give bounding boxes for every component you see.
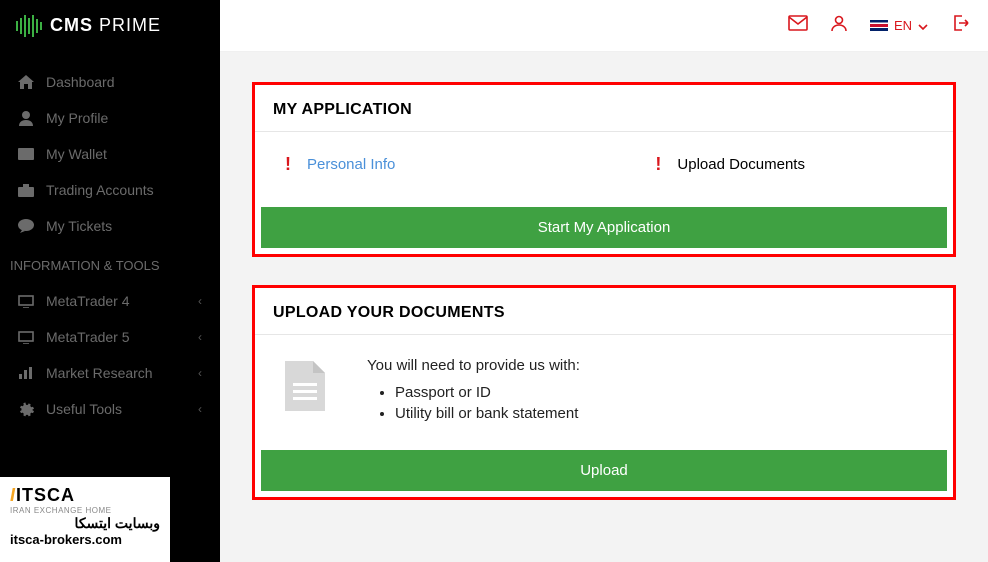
badge-title: IITSCA bbox=[10, 485, 160, 506]
user-icon[interactable] bbox=[830, 14, 848, 37]
sidebar-item-tools[interactable]: Useful Tools ‹ bbox=[0, 391, 220, 427]
upload-intro: You will need to provide us with: bbox=[367, 357, 580, 374]
sidebar-section-heading: INFORMATION & TOOLS bbox=[0, 244, 220, 283]
sidebar-item-label: MetaTrader 4 bbox=[46, 293, 130, 309]
header-actions: EN bbox=[788, 13, 970, 38]
badge-subtitle: IRAN EXCHANGE HOME bbox=[10, 506, 160, 515]
chevron-down-icon bbox=[918, 18, 928, 33]
logout-icon[interactable] bbox=[950, 13, 970, 38]
sidebar-item-mt5[interactable]: MetaTrader 5 ‹ bbox=[0, 319, 220, 355]
sidebar-item-profile[interactable]: My Profile bbox=[0, 100, 220, 136]
badge-url: itsca-brokers.com bbox=[10, 532, 160, 547]
chat-icon bbox=[18, 219, 34, 233]
user-icon bbox=[18, 111, 34, 126]
language-switcher[interactable]: EN bbox=[870, 18, 928, 33]
chevron-left-icon: ‹ bbox=[198, 366, 202, 380]
upload-instructions: You will need to provide us with: Passpo… bbox=[367, 357, 580, 426]
monitor-icon bbox=[18, 331, 34, 344]
panel-title: MY APPLICATION bbox=[255, 85, 953, 132]
sidebar-item-label: Market Research bbox=[46, 365, 153, 381]
sidebar-item-label: Dashboard bbox=[46, 74, 115, 90]
requirement-item: Utility bill or bank statement bbox=[395, 405, 580, 422]
monitor-icon bbox=[18, 295, 34, 308]
badge-arabic: وبسایت ایتسکا bbox=[10, 515, 160, 532]
sidebar-item-label: Trading Accounts bbox=[46, 182, 154, 198]
main-content: MY APPLICATION ! Personal Info ! Upload … bbox=[220, 52, 988, 562]
logo[interactable]: CMS PRIME bbox=[0, 0, 220, 52]
start-application-button[interactable]: Start My Application bbox=[261, 207, 947, 248]
wallet-icon bbox=[18, 148, 34, 160]
warning-icon: ! bbox=[285, 154, 291, 175]
chevron-left-icon: ‹ bbox=[198, 402, 202, 416]
step-label: Upload Documents bbox=[677, 156, 805, 173]
step-personal-info[interactable]: ! Personal Info bbox=[285, 154, 395, 175]
sidebar-item-mt4[interactable]: MetaTrader 4 ‹ bbox=[0, 283, 220, 319]
language-label: EN bbox=[894, 18, 912, 33]
logo-bars-icon bbox=[16, 15, 42, 37]
chevron-left-icon: ‹ bbox=[198, 330, 202, 344]
sidebar-item-label: Useful Tools bbox=[46, 401, 122, 417]
sidebar-item-label: My Tickets bbox=[46, 218, 112, 234]
chart-icon bbox=[18, 367, 34, 379]
sidebar-item-label: My Wallet bbox=[46, 146, 107, 162]
step-label: Personal Info bbox=[307, 156, 395, 173]
sidebar-item-tickets[interactable]: My Tickets bbox=[0, 208, 220, 244]
sidebar-item-label: MetaTrader 5 bbox=[46, 329, 130, 345]
requirement-item: Passport or ID bbox=[395, 384, 580, 401]
chevron-left-icon: ‹ bbox=[198, 294, 202, 308]
step-upload-documents[interactable]: ! Upload Documents bbox=[655, 154, 805, 175]
application-panel: MY APPLICATION ! Personal Info ! Upload … bbox=[252, 82, 956, 257]
affiliate-badge: IITSCA IRAN EXCHANGE HOME وبسایت ایتسکا … bbox=[0, 477, 170, 562]
document-icon bbox=[285, 361, 325, 411]
upload-panel: UPLOAD YOUR DOCUMENTS You will need to p… bbox=[252, 285, 956, 500]
sidebar-item-accounts[interactable]: Trading Accounts bbox=[0, 172, 220, 208]
flag-icon bbox=[870, 20, 888, 31]
sidebar-item-wallet[interactable]: My Wallet bbox=[0, 136, 220, 172]
sidebar-item-dashboard[interactable]: Dashboard bbox=[0, 64, 220, 100]
upload-button[interactable]: Upload bbox=[261, 450, 947, 491]
header: CMS PRIME EN bbox=[0, 0, 988, 52]
logo-text: CMS PRIME bbox=[50, 15, 161, 36]
sidebar-item-research[interactable]: Market Research ‹ bbox=[0, 355, 220, 391]
application-steps: ! Personal Info ! Upload Documents bbox=[255, 132, 953, 207]
briefcase-icon bbox=[18, 184, 34, 197]
sidebar-item-label: My Profile bbox=[46, 110, 108, 126]
warning-icon: ! bbox=[655, 154, 661, 175]
home-icon bbox=[18, 75, 34, 89]
mail-icon[interactable] bbox=[788, 15, 808, 36]
gear-icon bbox=[18, 402, 34, 417]
panel-title: UPLOAD YOUR DOCUMENTS bbox=[255, 288, 953, 335]
sidebar: Dashboard My Profile My Wallet Trading A… bbox=[0, 52, 220, 562]
